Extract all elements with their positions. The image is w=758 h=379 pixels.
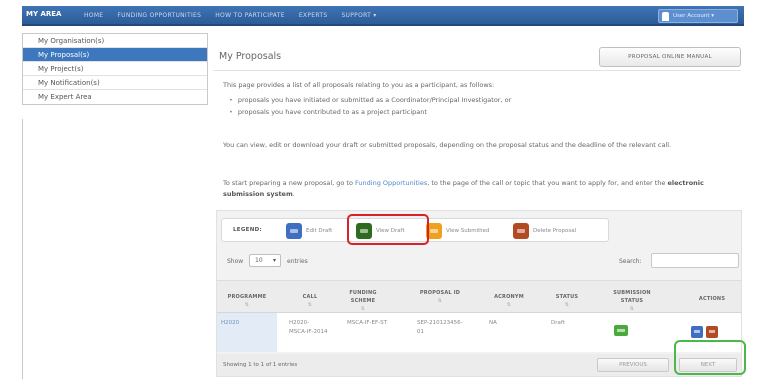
cell-status: Draft [551,320,565,326]
sidebar-item-my-expert-area[interactable]: My Expert Area [23,90,207,104]
cell-funding-scheme: MSCA-IF-EF-ST [347,320,387,326]
delete-proposal-icon [513,223,529,239]
page-left-border [22,119,23,379]
table-row: H2020 H2020- MSCA-IF-2014 MSCA-IF-EF-ST S… [217,313,741,352]
legend-item-delete-proposal: Delete Proposal [513,223,576,239]
cell-call: H2020- MSCA-IF-2014 [289,320,328,335]
user-name: User Account ▾ [673,13,715,19]
col-actions: ACTIONS [698,296,726,302]
sort-icon: ⇅ [506,302,512,308]
search-label: Search: [619,258,642,265]
sort-icon: ⇅ [437,298,443,304]
showing-entries-text: Showing 1 to 1 of 1 entries [223,362,298,368]
main-nav: HOME FUNDING OPPORTUNITIES HOW TO PARTIC… [84,12,377,19]
top-navigation-bar: MY AREA HOME FUNDING OPPORTUNITIES HOW T… [22,6,744,26]
sort-icon: ⇅ [307,302,313,308]
col-proposal-id[interactable]: PROPOSAL ID ⇅ [417,289,463,305]
sidebar-item-my-projects[interactable]: My Project(s) [23,62,207,76]
edit-draft-icon [286,223,302,239]
search-input[interactable] [651,253,739,268]
chevron-down-icon: ▾ [272,257,276,264]
edit-draft-button[interactable] [691,326,703,338]
col-call[interactable]: CALL ⇅ [285,293,335,309]
nav-how-to-participate[interactable]: HOW TO PARTICIPATE [215,12,285,19]
col-submission-status[interactable]: SUBMISSION STATUS ⇅ [605,289,659,313]
proposals-table-panel: LEGEND: Edit Draft View Draft View Submi… [216,210,746,377]
view-draft-highlight [347,214,429,245]
nav-support[interactable]: SUPPORT ▾ [341,12,376,19]
sort-icon: ⇅ [629,306,635,312]
nav-home[interactable]: HOME [84,12,103,19]
col-funding-scheme[interactable]: FUNDING SCHEME ⇅ [343,289,383,313]
sort-icon: ⇅ [244,302,250,308]
entries-label: entries [287,258,308,265]
entries-per-page-select[interactable]: 10 ▾ [249,254,281,267]
sidebar-menu: My Organisation(s) My Proposal(s) My Pro… [22,33,208,105]
new-proposal-text: To start preparing a new proposal, go to… [223,179,704,198]
previous-page-button[interactable]: PREVIOUS [597,358,669,372]
col-status[interactable]: STATUS ⇅ [547,293,587,309]
bullet-item: • proposals you have contributed to as a … [229,108,427,116]
show-label: Show [227,258,244,265]
nav-experts[interactable]: EXPERTS [299,12,328,19]
cell-programme: H2020 [217,313,277,352]
user-icon [662,12,669,21]
col-programme[interactable]: PROGRAMME ⇅ [221,293,273,309]
title-divider [213,70,741,71]
next-button-highlight [674,340,746,375]
page-title: My Proposals [219,51,282,62]
view-edit-text: You can view, edit or download your draf… [223,141,672,149]
bullet-icon: • [229,108,233,116]
legend-title: LEGEND: [233,227,263,233]
nav-funding-opportunities[interactable]: FUNDING OPPORTUNITIES [117,12,201,19]
bullet-icon: • [229,96,233,104]
delete-proposal-button[interactable] [706,326,718,338]
user-menu-button[interactable]: User Account ▾ [658,9,738,23]
cell-proposal-id: SEP-210123456- 01 [417,320,463,335]
table-header: PROGRAMME ⇅ CALL ⇅ FUNDING SCHEME ⇅ PROPOSA… [217,280,741,313]
bullet-item: • proposals you have initiated or submitt… [229,96,512,104]
cell-acronym: NA [489,320,497,326]
intro-text: This page provides a list of all proposa… [223,81,495,89]
funding-opportunities-link[interactable]: Funding Opportunities [355,179,427,187]
sort-icon: ⇅ [564,302,570,308]
sidebar-item-my-notifications[interactable]: My Notification(s) [23,76,207,90]
my-area-tab[interactable]: MY AREA [26,10,61,18]
sidebar-item-my-organisations[interactable]: My Organisation(s) [23,34,207,48]
legend-item-edit-draft: Edit Draft [286,223,332,239]
proposal-online-manual-button[interactable]: PROPOSAL ONLINE MANUAL [599,47,741,67]
sidebar-item-my-proposals[interactable]: My Proposal(s) [23,48,207,62]
table-footer: Showing 1 to 1 of 1 entries PREVIOUS NEX… [217,354,741,376]
sort-icon: ⇅ [360,306,366,312]
legend-item-view-submitted: View Submitted [426,223,489,239]
col-acronym[interactable]: ACRONYM ⇅ [485,293,533,309]
submission-status-badge [614,325,628,336]
